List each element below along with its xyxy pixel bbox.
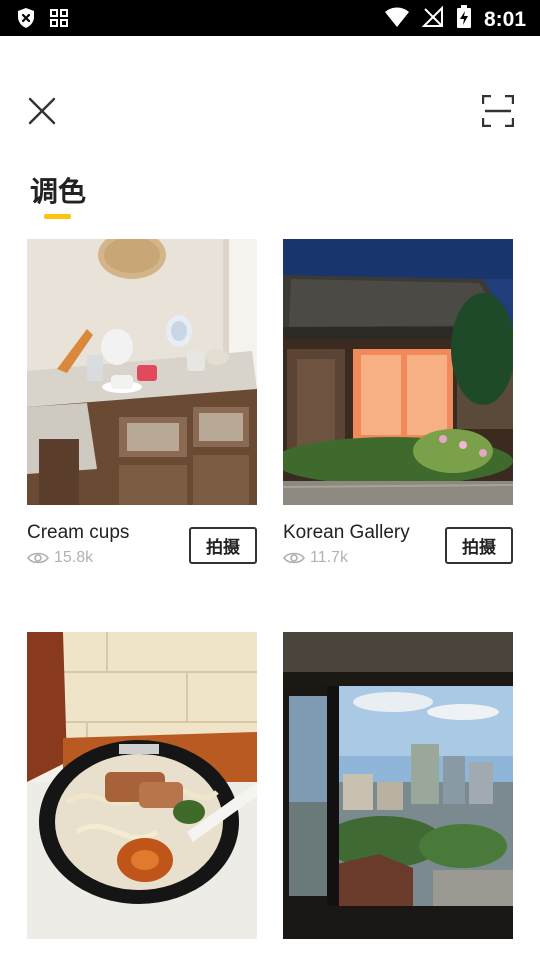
- close-button[interactable]: [28, 97, 56, 125]
- scan-button[interactable]: [481, 94, 515, 128]
- title-underline: [44, 214, 71, 219]
- view-count: 11.7k: [310, 549, 348, 566]
- card-views: 11.7k: [283, 549, 348, 567]
- shield-x-icon: [16, 7, 36, 34]
- card-title: Cream cups: [27, 522, 130, 543]
- card-city-window[interactable]: [283, 632, 513, 960]
- status-time: 8:01: [483, 7, 526, 31]
- grid-icon: [50, 9, 68, 32]
- shoot-button[interactable]: 拍摄: [445, 527, 513, 564]
- ramen-photo: [27, 632, 257, 939]
- eye-icon: [27, 552, 49, 564]
- view-count: 15.8k: [54, 549, 94, 566]
- battery-charging-icon: [456, 5, 472, 34]
- wifi-icon: [384, 6, 410, 33]
- city-window-photo: [283, 632, 513, 939]
- cream-cups-photo: [27, 239, 257, 505]
- close-icon: [28, 97, 56, 125]
- eye-icon: [283, 552, 305, 564]
- status-bar: 8:01: [0, 0, 540, 36]
- korean-gallery-photo: [283, 239, 513, 505]
- shoot-button[interactable]: 拍摄: [189, 527, 257, 564]
- card-ramen[interactable]: [27, 632, 257, 960]
- no-signal-icon: [421, 5, 444, 33]
- card-cream-cups[interactable]: Cream cups 15.8k 拍摄: [27, 239, 257, 569]
- scan-icon: [481, 94, 515, 128]
- card-title: Korean Gallery: [283, 522, 410, 543]
- section-title: 调色: [30, 175, 87, 208]
- card-views: 15.8k: [27, 549, 93, 567]
- card-korean-gallery[interactable]: Korean Gallery 11.7k 拍摄: [283, 239, 513, 569]
